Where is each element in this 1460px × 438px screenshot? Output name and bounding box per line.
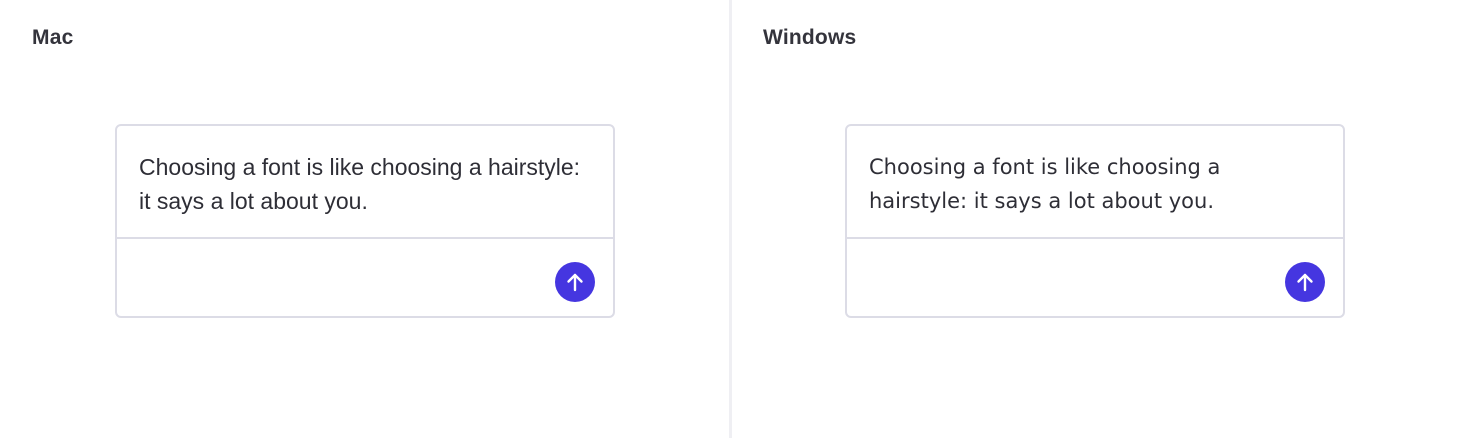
arrow-up-icon bbox=[1297, 273, 1313, 292]
composer-footer bbox=[117, 241, 613, 316]
composer-footer bbox=[847, 241, 1343, 316]
arrow-up-icon bbox=[567, 273, 583, 292]
mac-panel: Mac Choosing a font is like choosing a h… bbox=[0, 0, 729, 438]
message-composer: Choosing a font is like choosing a hairs… bbox=[845, 124, 1345, 318]
panel-title: Windows bbox=[763, 26, 857, 49]
message-input[interactable]: Choosing a font is like choosing a hairs… bbox=[117, 126, 613, 239]
panel-title: Mac bbox=[32, 26, 74, 49]
message-input[interactable]: Choosing a font is like choosing a hairs… bbox=[847, 126, 1343, 239]
send-button[interactable] bbox=[555, 262, 595, 302]
send-button[interactable] bbox=[1285, 262, 1325, 302]
windows-panel: Windows Choosing a font is like choosing… bbox=[731, 0, 1460, 438]
comparison-page: Mac Choosing a font is like choosing a h… bbox=[0, 0, 1460, 438]
message-composer: Choosing a font is like choosing a hairs… bbox=[115, 124, 615, 318]
